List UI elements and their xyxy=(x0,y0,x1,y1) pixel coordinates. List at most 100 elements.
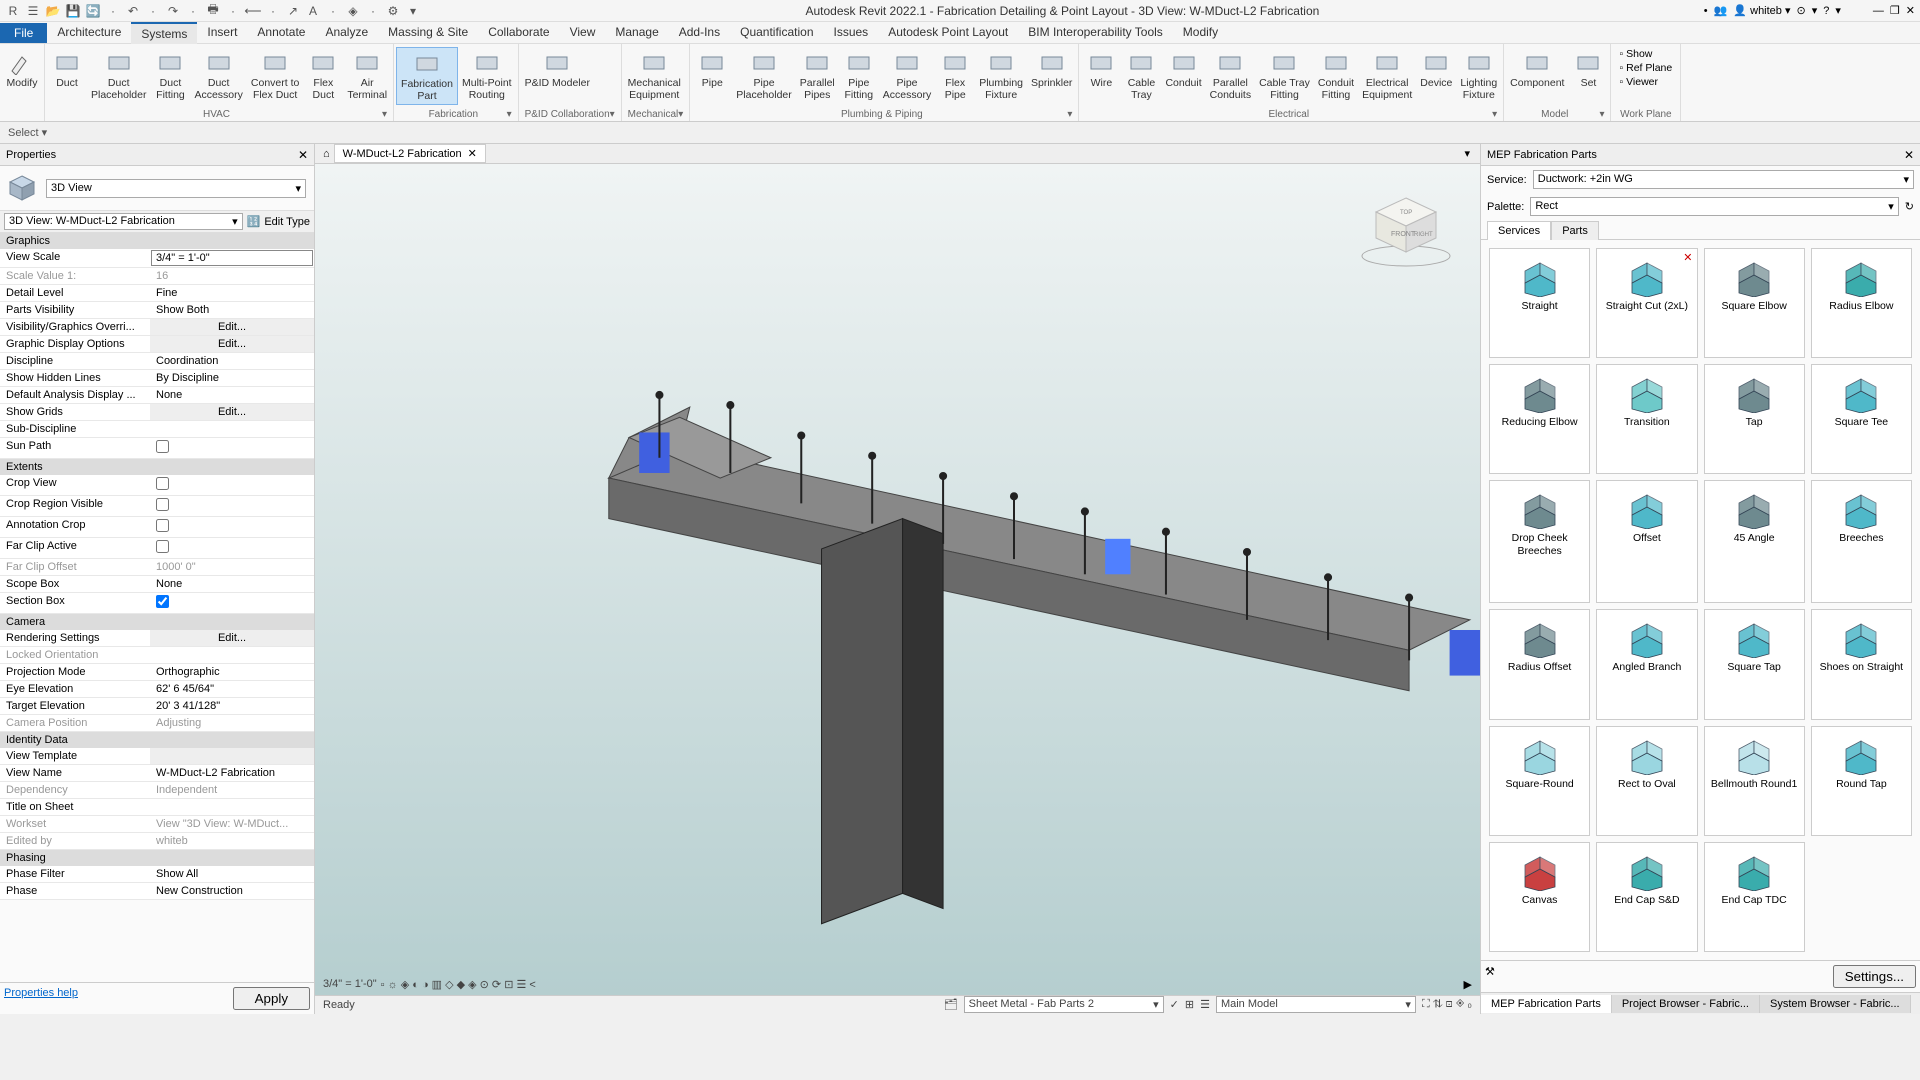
select-dropdown[interactable]: Select ▾ xyxy=(8,126,47,139)
workset-combo[interactable]: Sheet Metal - Fab Parts 2▾ xyxy=(964,996,1164,1013)
ribbon-modify[interactable]: Modify xyxy=(2,47,42,91)
apply-button[interactable]: Apply xyxy=(233,987,310,1010)
prop-row[interactable]: Edited bywhiteb xyxy=(0,833,314,850)
menu-systems[interactable]: Systems xyxy=(131,22,197,44)
prop-row[interactable]: Show GridsEdit... xyxy=(0,404,314,421)
prop-row[interactable]: Parts VisibilityShow Both xyxy=(0,302,314,319)
open-icon[interactable]: 📂 xyxy=(45,3,61,19)
bottom-tab[interactable]: MEP Fabrication Parts xyxy=(1481,995,1612,1013)
ribbon-electrical-equipment[interactable]: ElectricalEquipment xyxy=(1358,47,1416,103)
prop-row[interactable]: View Scale3/4" = 1'-0" xyxy=(0,249,314,268)
prop-row[interactable]: DisciplineCoordination xyxy=(0,353,314,370)
ribbon-cable-tray-fitting[interactable]: Cable TrayFitting xyxy=(1255,47,1314,103)
part-45-angle[interactable]: 45 Angle xyxy=(1704,480,1805,603)
part-radius-elbow[interactable]: Radius Elbow xyxy=(1811,248,1912,358)
tool-icon[interactable]: ⚒ xyxy=(1485,965,1495,988)
quick-access-toolbar[interactable]: R ☰ 📂 💾 🔄 · ↶ · ↷ · 🖶 · ⟵ · ↗ A · ◈ · ⚙ … xyxy=(5,3,421,19)
part-square-tee[interactable]: Square Tee xyxy=(1811,364,1912,474)
restore-button[interactable]: ❐ xyxy=(1890,4,1900,17)
view-control-bar[interactable]: 3/4" = 1'-0" ▫ ☼ ◈ ◐ ◑ ▥ ◇ ◆ ◈ ⊙ ⟳ ⊡ ☰ < xyxy=(323,978,536,991)
prop-row[interactable]: Default Analysis Display ...None xyxy=(0,387,314,404)
service-combo[interactable]: Ductwork: +2in WG▾ xyxy=(1533,170,1914,189)
design-option-combo[interactable]: Main Model▾ xyxy=(1216,996,1416,1013)
ribbon-flex-pipe[interactable]: FlexPipe xyxy=(935,47,975,103)
part-end-cap-tdc[interactable]: End Cap TDC xyxy=(1704,842,1805,952)
prop-row[interactable]: PhaseNew Construction xyxy=(0,883,314,900)
ribbon-p-id-modeler[interactable]: P&ID Modeler xyxy=(521,47,594,91)
workset-icon[interactable]: 🗂 xyxy=(944,998,958,1011)
part-square-elbow[interactable]: Square Elbow xyxy=(1704,248,1805,358)
part-transition[interactable]: Transition xyxy=(1596,364,1697,474)
instance-name[interactable]: 3D View: W-MDuct-L2 Fabrication ▾ xyxy=(4,213,243,230)
file-tab[interactable]: File xyxy=(0,23,47,43)
prop-row[interactable]: Projection ModeOrthographic xyxy=(0,664,314,681)
prop-row[interactable]: Section Box xyxy=(0,593,314,614)
dimension-icon[interactable]: ⟵ xyxy=(245,3,261,19)
ribbon-show[interactable]: ▫ Show xyxy=(1619,48,1652,60)
part-square-tap[interactable]: Square Tap xyxy=(1704,609,1805,719)
ribbon-set[interactable]: Set xyxy=(1568,47,1608,91)
sync-icon[interactable]: 🔄 xyxy=(85,3,101,19)
menu-quantification[interactable]: Quantification xyxy=(730,22,823,44)
menu-manage[interactable]: Manage xyxy=(605,22,668,44)
3d-view-canvas[interactable]: FRONT RIGHT TOP xyxy=(315,164,1480,995)
prop-row[interactable]: Crop View xyxy=(0,475,314,496)
ribbon-viewer[interactable]: ▫ Viewer xyxy=(1619,76,1658,88)
bottom-tab[interactable]: System Browser - Fabric... xyxy=(1760,995,1911,1013)
tab-services[interactable]: Services xyxy=(1487,221,1551,240)
ribbon-duct-fitting[interactable]: DuctFitting xyxy=(150,47,190,103)
prop-row[interactable]: Scope BoxNone xyxy=(0,576,314,593)
palette-combo[interactable]: Rect▾ xyxy=(1530,197,1898,216)
ribbon-parallel-pipes[interactable]: ParallelPipes xyxy=(796,47,839,103)
bottom-tab[interactable]: Project Browser - Fabric... xyxy=(1612,995,1760,1013)
menu-collaborate[interactable]: Collaborate xyxy=(478,22,559,44)
prop-row[interactable]: Sub-Discipline xyxy=(0,421,314,438)
ribbon-cable-tray[interactable]: CableTray xyxy=(1121,47,1161,103)
prop-row[interactable]: Graphic Display OptionsEdit... xyxy=(0,336,314,353)
prop-row[interactable]: DependencyIndependent xyxy=(0,782,314,799)
part-straight[interactable]: Straight xyxy=(1489,248,1590,358)
ribbon-multi-point-routing[interactable]: Multi-PointRouting xyxy=(458,47,516,103)
prop-row[interactable]: Far Clip Active xyxy=(0,538,314,559)
prop-row[interactable]: Eye Elevation62' 6 45/64" xyxy=(0,681,314,698)
part-bellmouth-round1[interactable]: Bellmouth Round1 xyxy=(1704,726,1805,836)
tab-parts[interactable]: Parts xyxy=(1551,221,1599,240)
profile-icon[interactable]: 👥 xyxy=(1714,4,1728,17)
menu-add-ins[interactable]: Add-Ins xyxy=(669,22,730,44)
part-end-cap-s-d[interactable]: End Cap S&D xyxy=(1596,842,1697,952)
view-tab[interactable]: W-MDuct-L2 Fabrication✕ xyxy=(334,144,486,163)
menu-bim-interoperability-tools[interactable]: BIM Interoperability Tools xyxy=(1018,22,1173,44)
print-icon[interactable]: 🖶 xyxy=(205,3,221,19)
menu-modify[interactable]: Modify xyxy=(1173,22,1228,44)
ribbon-sprinkler[interactable]: Sprinkler xyxy=(1027,47,1076,91)
undo-icon[interactable]: ↶ xyxy=(125,3,141,19)
ribbon-flex-duct[interactable]: FlexDuct xyxy=(303,47,343,103)
tool-icon[interactable]: ⚙ xyxy=(385,3,401,19)
prop-row[interactable]: Crop Region Visible xyxy=(0,496,314,517)
part-reducing-elbow[interactable]: Reducing Elbow xyxy=(1489,364,1590,474)
menu-annotate[interactable]: Annotate xyxy=(247,22,315,44)
properties-help-link[interactable]: Properties help xyxy=(4,987,233,1010)
help-icon[interactable]: ? xyxy=(1823,5,1829,17)
search-icon[interactable]: • xyxy=(1704,5,1708,17)
measure-icon[interactable]: ↗ xyxy=(285,3,301,19)
ribbon-fabrication-part[interactable]: FabricationPart xyxy=(396,47,458,105)
open-icon[interactable]: ☰ xyxy=(25,3,41,19)
prop-row[interactable]: Far Clip Offset1000' 0" xyxy=(0,559,314,576)
part-radius-offset[interactable]: Radius Offset xyxy=(1489,609,1590,719)
ribbon-mechanical-equipment[interactable]: MechanicalEquipment xyxy=(624,47,685,103)
ribbon-conduit[interactable]: Conduit xyxy=(1161,47,1205,91)
prop-row[interactable]: Title on Sheet xyxy=(0,799,314,816)
prop-row[interactable]: Target Elevation20' 3 41/128" xyxy=(0,698,314,715)
ribbon-pipe[interactable]: Pipe xyxy=(692,47,732,91)
home-icon[interactable]: ⌂ xyxy=(319,148,334,160)
prop-row[interactable]: View NameW-MDuct-L2 Fabrication xyxy=(0,765,314,782)
prop-row[interactable]: View Template xyxy=(0,748,314,765)
prop-row[interactable]: Camera PositionAdjusting xyxy=(0,715,314,732)
menu-analyze[interactable]: Analyze xyxy=(315,22,378,44)
menu-autodesk-point-layout[interactable]: Autodesk Point Layout xyxy=(878,22,1018,44)
prop-row[interactable]: Phase FilterShow All xyxy=(0,866,314,883)
menu-massing-site[interactable]: Massing & Site xyxy=(378,22,478,44)
part-angled-branch[interactable]: Angled Branch xyxy=(1596,609,1697,719)
prop-row[interactable]: Detail LevelFine xyxy=(0,285,314,302)
